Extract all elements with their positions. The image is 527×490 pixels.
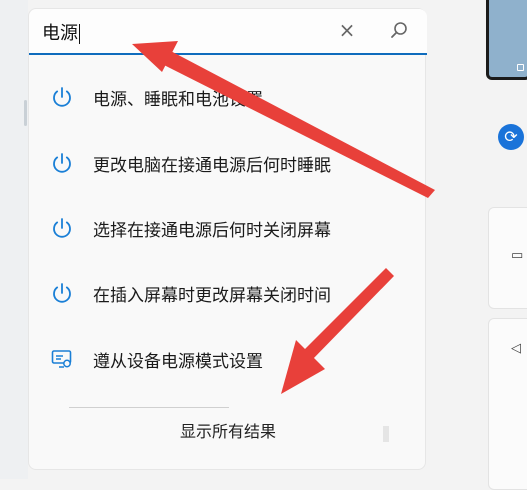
sync-icon[interactable]: ⟳ [498,124,524,150]
search-icon[interactable] [390,21,408,39]
result-item-screen-off-on-power[interactable]: 选择在接通电源后何时关闭屏幕 [29,208,427,248]
background-window-left [0,0,28,479]
search-input[interactable]: 电源 [42,19,80,45]
result-label: 电源、睡眠和电池设置 [93,90,263,110]
device-preview-image [486,0,527,80]
show-all-label: 显示所有结果 [179,422,276,441]
result-item-sleep-on-power[interactable]: 更改电脑在接通电源后何时睡眠 [29,143,427,183]
result-label: 遵从设备电源模式设置 [93,352,263,372]
result-label: 更改电脑在接通电源后何时睡眠 [93,156,331,176]
card-icon: ◁ [511,341,521,356]
search-flyout: 电源 × 电源、睡眠和电池设置 更改电脑在接通电源后何时睡眠 选择在接通电源后何… [28,8,427,470]
card-icon: ▭ [511,248,524,263]
nav-indicator [24,100,27,126]
search-box[interactable]: 电源 × [29,9,427,55]
result-item-screen-off-time[interactable]: 在插入屏幕时更改屏幕关闭时间 [29,273,427,313]
display-settings-icon [51,350,72,368]
power-icon [53,153,71,173]
result-item-power-sleep-battery[interactable]: 电源、睡眠和电池设置 [29,77,427,117]
result-item-device-power-mode[interactable]: 遵从设备电源模式设置 [29,339,427,379]
result-label: 选择在接通电源后何时关闭屏幕 [93,221,331,241]
close-icon[interactable]: × [337,18,357,42]
divider [69,407,229,408]
power-icon [53,283,71,303]
power-icon [53,87,71,107]
settings-card[interactable]: ▭ [488,207,527,309]
settings-card[interactable]: ◁ [488,318,527,490]
scroll-indicator [383,426,389,442]
show-all-results-button[interactable]: 显示所有结果 [29,414,427,450]
result-label: 在插入屏幕时更改屏幕关闭时间 [93,286,331,306]
text-caret [79,24,80,44]
power-icon [53,218,71,238]
